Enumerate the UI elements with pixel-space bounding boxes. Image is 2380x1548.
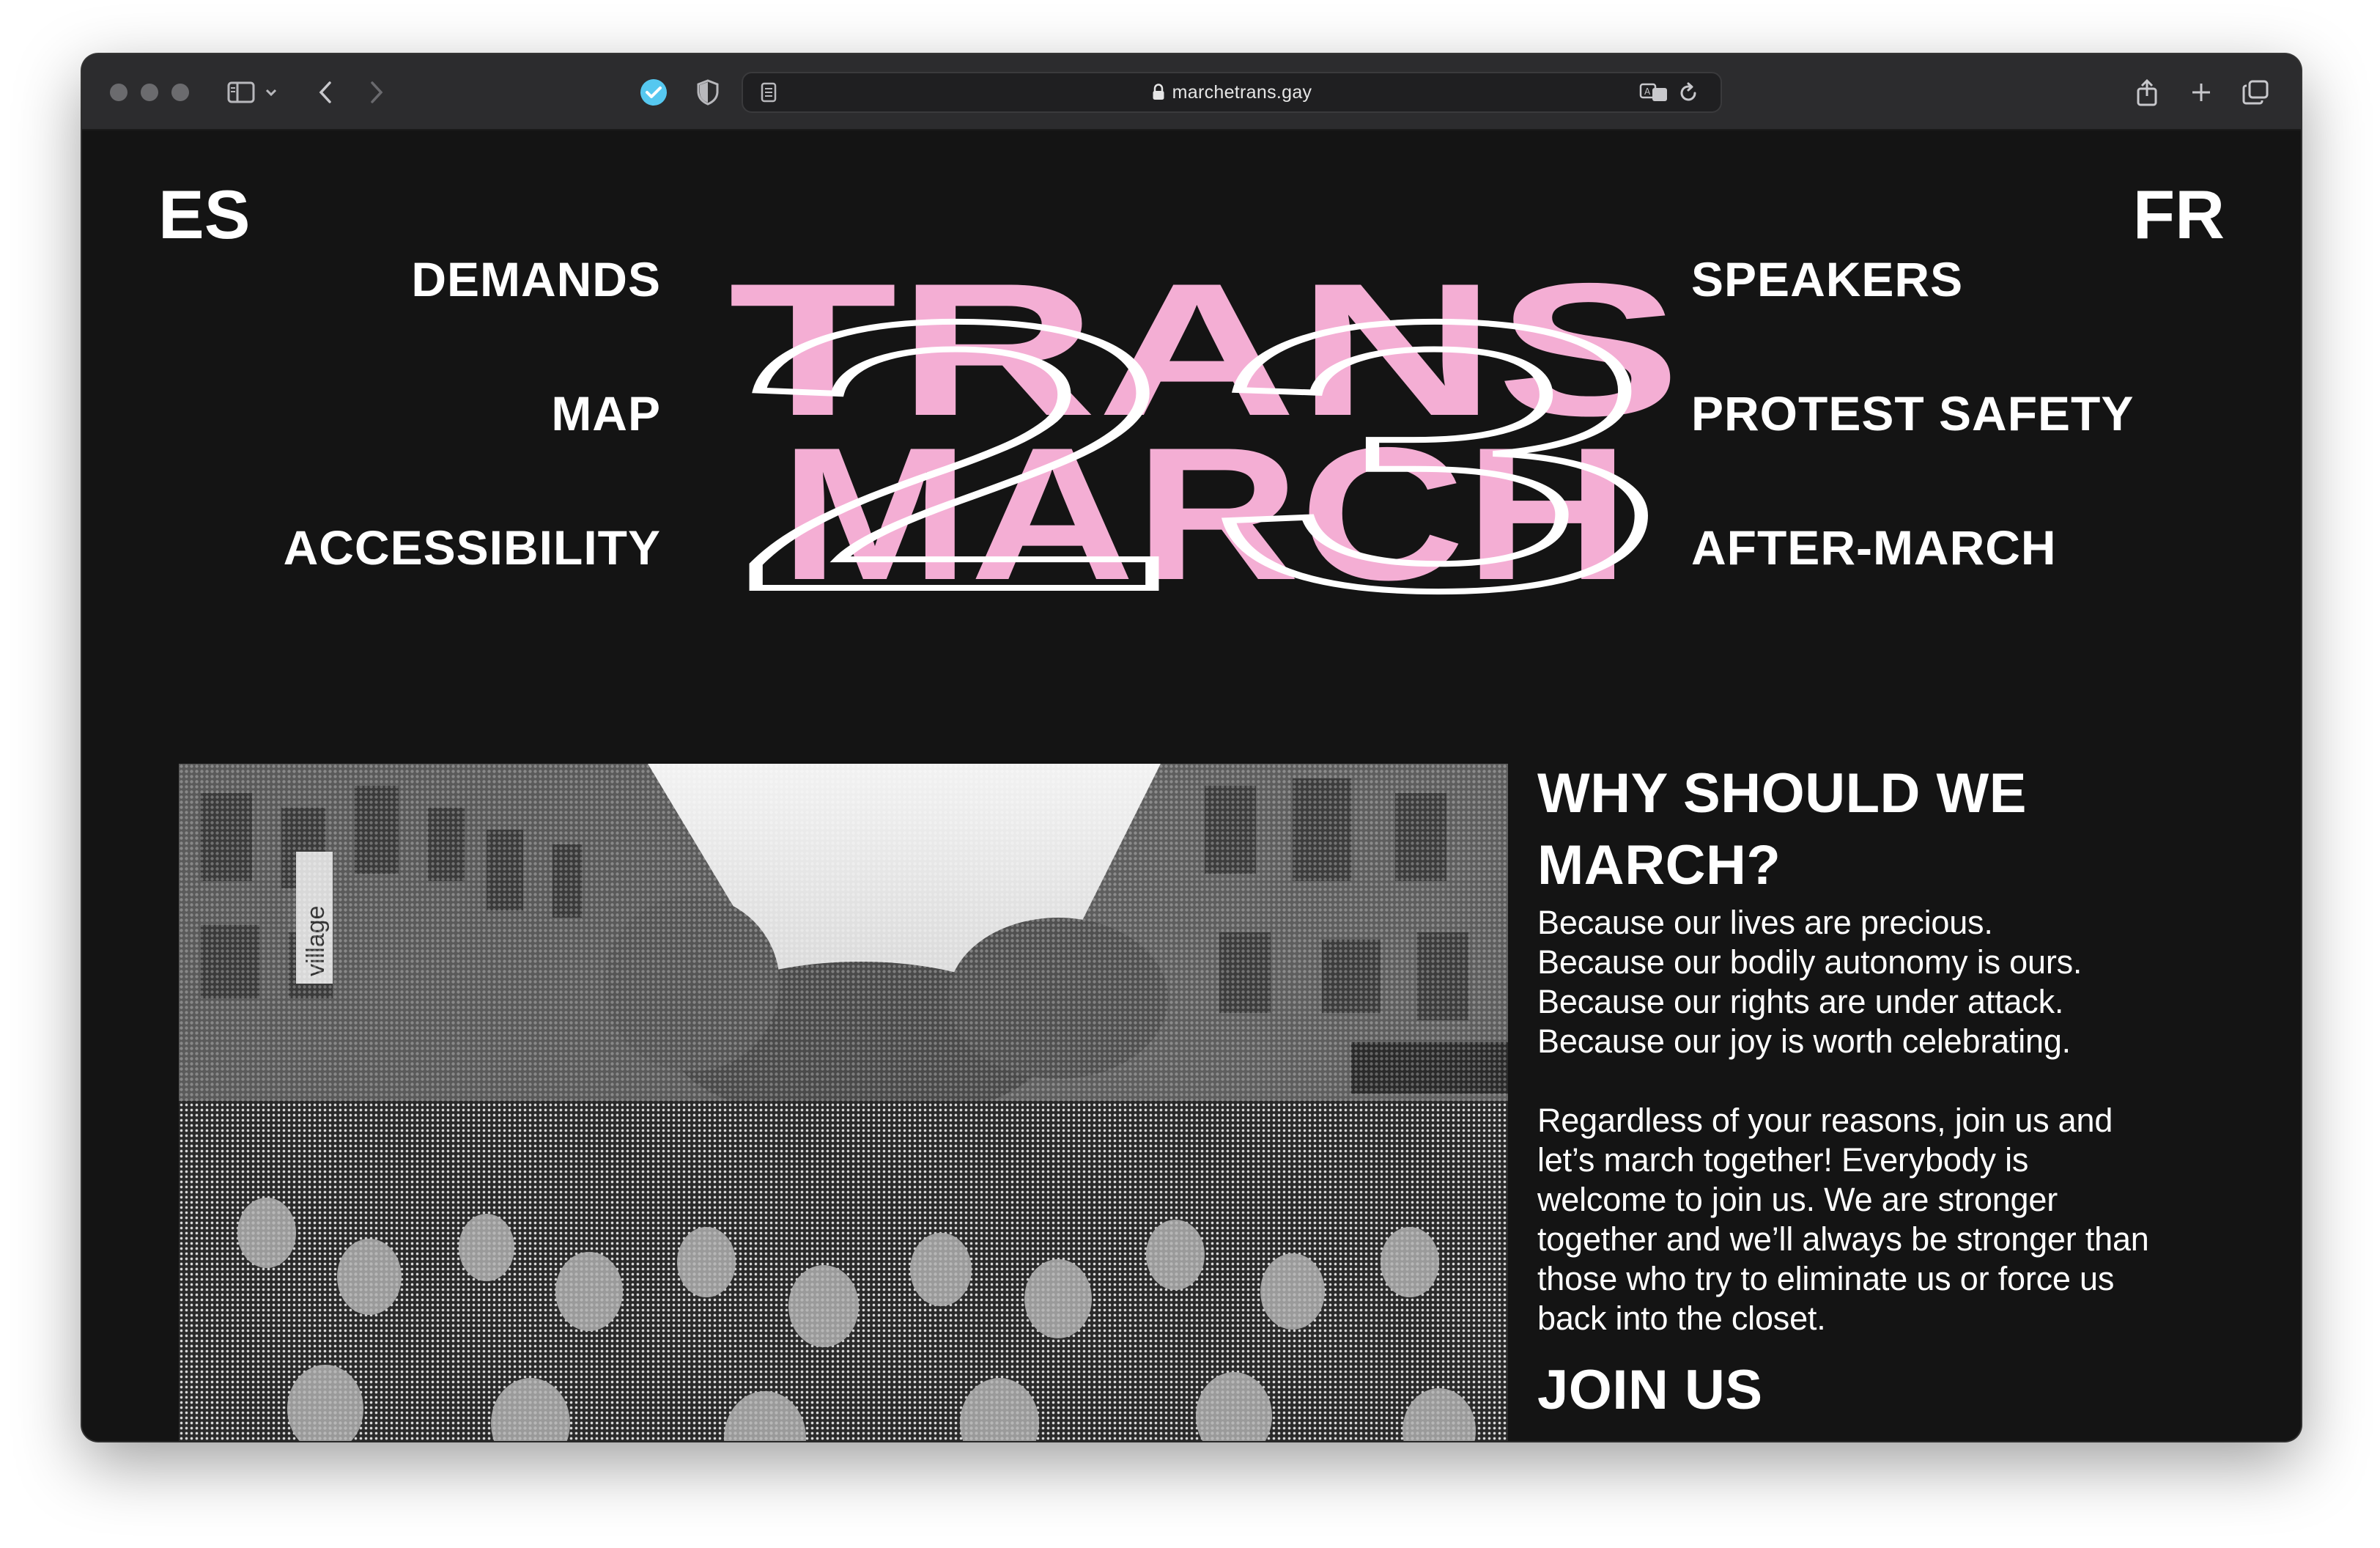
chevron-down-icon[interactable]	[262, 73, 280, 111]
minimize-window-button[interactable]	[141, 84, 158, 101]
logo-year-outline: 23	[712, 257, 1679, 597]
body-line: back into the closet.	[1537, 1300, 1826, 1337]
reason-line: Because our bodily autonomy is ours.	[1537, 943, 2082, 981]
body-line: Regardless of your reasons, join us and	[1537, 1102, 2113, 1139]
nav-accessibility-link[interactable]: ACCESSIBILITY	[284, 523, 661, 572]
forward-icon[interactable]	[362, 73, 391, 111]
lang-fr-link[interactable]: FR	[2133, 180, 2225, 249]
privacy-shield-icon[interactable]	[692, 73, 724, 111]
reason-line: Because our joy is worth celebrating.	[1537, 1022, 2071, 1060]
trans-march-logo[interactable]: TRANS MARCH 23	[683, 257, 1723, 597]
nav-protest-safety-link[interactable]: PROTEST SAFETY	[1691, 389, 2134, 438]
nav-demands-link[interactable]: DEMANDS	[411, 255, 661, 303]
url-display[interactable]: marchetrans.gay	[743, 73, 1721, 111]
reasons-list: Because our lives are precious. Because …	[1537, 903, 2241, 1061]
back-icon[interactable]	[311, 73, 340, 111]
reason-line: Because our lives are precious.	[1537, 904, 1993, 941]
address-bar[interactable]: marchetrans.gay A	[742, 72, 1722, 113]
browser-toolbar: marchetrans.gay A	[82, 54, 2301, 130]
nav-after-march-link[interactable]: AFTER-MARCH	[1691, 523, 2057, 572]
join-us-heading: JOIN US	[1537, 1359, 1763, 1421]
body-line: welcome to join us. We are stronger	[1537, 1181, 2058, 1218]
body-line: together and we’ll always be stronger th…	[1537, 1220, 2149, 1258]
tab-overview-icon[interactable]	[2239, 73, 2272, 111]
body-line: let’s march together! Everybody is	[1537, 1141, 2029, 1179]
reason-line: Because our rights are under attack.	[1537, 983, 2064, 1020]
svg-text:A: A	[1644, 86, 1651, 97]
march-crowd-photo: village	[179, 764, 1508, 1441]
nav-speakers-link[interactable]: SPEAKERS	[1691, 255, 1963, 303]
close-window-button[interactable]	[110, 84, 128, 101]
browser-window: marchetrans.gay A ES FR DEMANDS MAP ACCE…	[82, 54, 2301, 1441]
url-text: marchetrans.gay	[1172, 81, 1312, 103]
why-march-heading: WHY SHOULD WE MARCH?	[1537, 762, 2027, 896]
body-line: those who try to eliminate us or force u…	[1537, 1260, 2115, 1297]
lang-es-link[interactable]: ES	[158, 180, 250, 249]
verified-extension-icon[interactable]	[638, 73, 670, 111]
why-march-section: WHY SHOULD WE MARCH? Because our lives a…	[1537, 758, 2241, 1441]
share-icon[interactable]	[2131, 73, 2163, 111]
march-date-heading: AUGUST 5 2023	[1537, 1426, 2241, 1441]
nav-map-link[interactable]: MAP	[551, 389, 661, 438]
zoom-window-button[interactable]	[171, 84, 189, 101]
sidebar-toggle-icon[interactable]	[223, 73, 259, 111]
reload-icon[interactable]	[1672, 73, 1704, 111]
body-paragraph: Regardless of your reasons, join us and …	[1537, 1101, 2241, 1338]
new-tab-icon[interactable]	[2185, 73, 2217, 111]
lock-icon	[1152, 84, 1165, 101]
join-us-callout: JOIN US AUGUST 5 2023	[1537, 1354, 2241, 1441]
translate-icon[interactable]: A	[1636, 73, 1672, 111]
page-content: ES FR DEMANDS MAP ACCESSIBILITY SPEAKERS…	[82, 132, 2301, 1441]
